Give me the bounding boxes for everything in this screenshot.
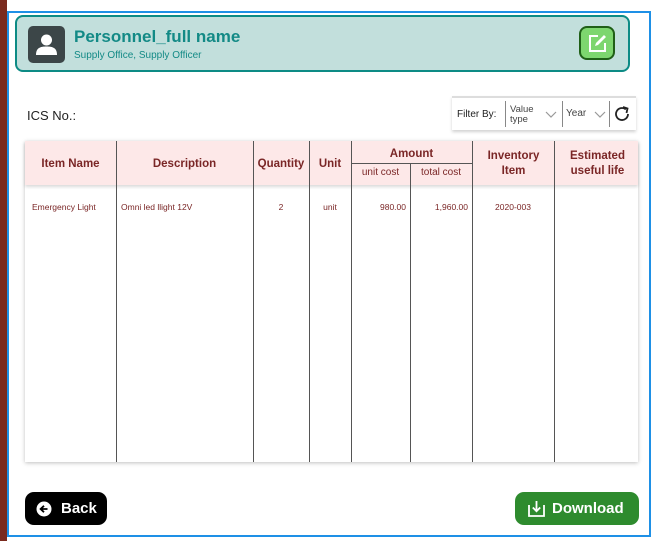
column-line xyxy=(253,141,254,462)
column-line xyxy=(116,141,117,462)
amount-divider xyxy=(351,163,472,164)
personnel-name: Personnel_full name xyxy=(74,27,241,46)
col-unit-cost: unit cost xyxy=(361,167,400,178)
back-button[interactable]: Back xyxy=(25,492,107,525)
year-dropdown[interactable]: Year xyxy=(566,102,606,128)
cell-inventory-item: 2020-003 xyxy=(495,202,531,212)
col-useful-life: Estimated useful life xyxy=(570,150,625,177)
edit-button[interactable] xyxy=(579,26,615,60)
col-description: Description xyxy=(152,158,217,170)
col-amount: Amount xyxy=(389,148,434,160)
column-line xyxy=(309,141,310,462)
col-inventory-item: Inventory Item xyxy=(487,150,540,177)
value-type-label: Value type xyxy=(510,104,534,125)
cell-total-cost: 1,960.00 xyxy=(434,202,468,212)
filter-label: Filter By: xyxy=(457,109,497,120)
chevron-down-icon xyxy=(594,111,606,118)
filter-bar: Filter By: Value type Year xyxy=(452,96,636,130)
avatar xyxy=(28,26,65,63)
cell-quantity: 2 xyxy=(278,202,284,212)
ics-number-label: ICS No.: xyxy=(27,108,77,123)
divider xyxy=(609,101,610,127)
download-icon xyxy=(528,501,545,517)
refresh-icon xyxy=(615,106,629,121)
cell-item-name: Emergency Light xyxy=(32,202,96,212)
refresh-button[interactable] xyxy=(612,104,632,124)
col-unit: Unit xyxy=(318,158,342,170)
column-line xyxy=(554,141,555,462)
cell-unit-cost: 980.00 xyxy=(380,202,406,212)
column-line xyxy=(472,141,473,462)
cell-unit: unit xyxy=(323,202,337,212)
value-type-dropdown[interactable]: Value type xyxy=(510,102,562,128)
col-total-cost: total cost xyxy=(420,167,462,178)
divider xyxy=(562,101,563,127)
download-button[interactable]: Download xyxy=(515,492,639,525)
personnel-header: Personnel_full name Supply Office, Suppl… xyxy=(15,15,630,72)
edit-icon xyxy=(589,35,606,52)
back-label: Back xyxy=(61,500,97,517)
user-icon xyxy=(36,34,57,55)
col-item-name: Item Name xyxy=(41,158,100,170)
column-line xyxy=(351,141,352,462)
col-quantity: Quantity xyxy=(257,158,305,170)
year-label: Year xyxy=(566,108,587,119)
ics-table: Item Name Description Quantity Unit Amou… xyxy=(25,141,638,462)
divider xyxy=(505,101,506,127)
cell-description: Omni led llight 12V xyxy=(121,202,193,212)
download-label: Download xyxy=(552,500,624,517)
chevron-down-icon xyxy=(545,111,557,118)
back-arrow-icon xyxy=(36,501,52,517)
left-edge-strip xyxy=(0,0,7,541)
personnel-office: Supply Office, Supply Officer xyxy=(74,50,202,61)
